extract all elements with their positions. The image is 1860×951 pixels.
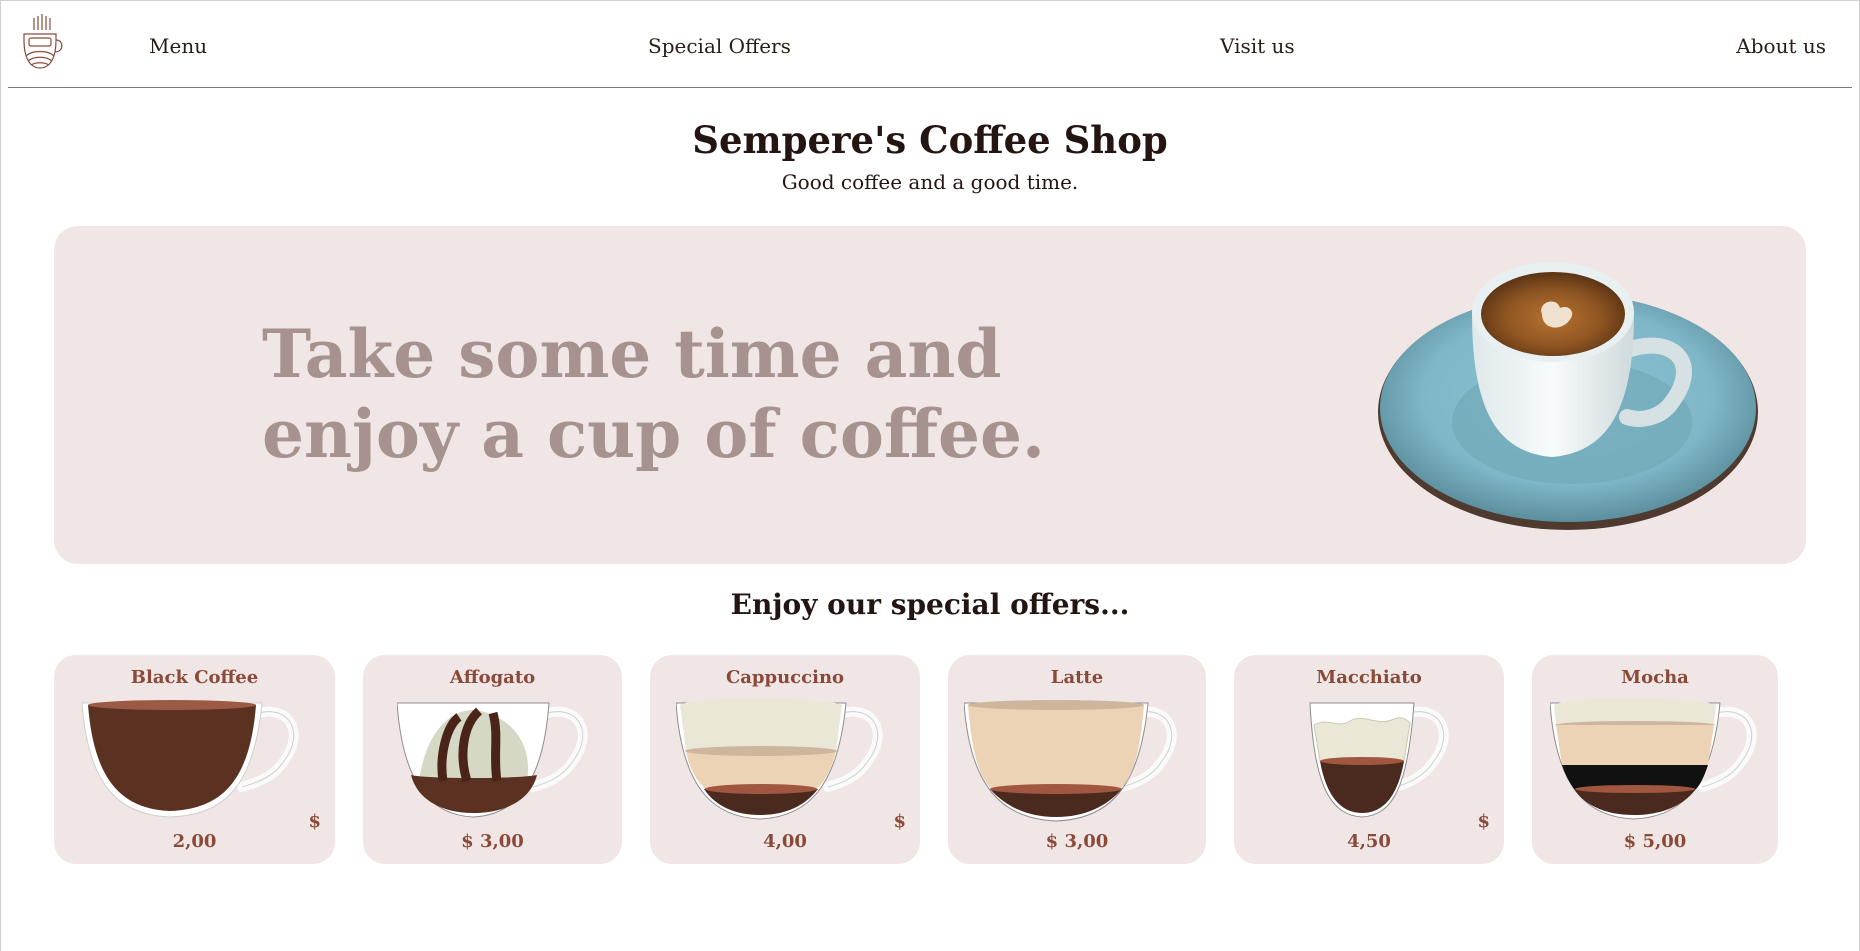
nav-link-visit-us[interactable]: Visit us bbox=[1220, 34, 1295, 58]
offer-price: 2,00 bbox=[172, 831, 217, 852]
offer-price: 4,00 bbox=[763, 831, 807, 852]
offers-title: Enjoy our special offers... bbox=[730, 588, 1130, 621]
nav-link-about-us[interactable]: About us bbox=[1736, 34, 1826, 58]
affogato-cup-icon bbox=[397, 702, 588, 818]
nav-link-special-offers[interactable]: Special Offers bbox=[648, 34, 791, 58]
cappuccino-cup-icon bbox=[676, 698, 883, 820]
offer-name: Cappuccino bbox=[725, 667, 845, 688]
offer-currency: $ bbox=[1477, 811, 1490, 832]
top-navigation: Menu Special Offers Visit us About us bbox=[8, 0, 1852, 88]
coffee-cup-on-saucer-image bbox=[1378, 262, 1758, 530]
latte-cup-icon bbox=[964, 700, 1177, 822]
offer-price: 4,50 bbox=[1347, 831, 1391, 852]
offer-card-cappuccino[interactable]: Cappuccino $ 4,00 bbox=[650, 655, 920, 864]
offer-name: Latte bbox=[1050, 667, 1104, 688]
offer-currency: $ bbox=[308, 811, 321, 832]
offer-card-affogato[interactable]: Affogato $ 3,00 bbox=[363, 655, 622, 864]
offer-price: $ 3,00 bbox=[1045, 831, 1109, 852]
hero-headline: Take some time and enjoy a cup of coffee… bbox=[262, 315, 1045, 473]
offer-card-latte[interactable]: Latte $ 3,00 bbox=[948, 655, 1206, 864]
offer-name: Mocha bbox=[1621, 667, 1689, 688]
offer-price: $ 5,00 bbox=[1623, 831, 1687, 852]
offer-card-black-coffee[interactable]: Black Coffee $ 2,00 bbox=[54, 655, 335, 864]
offer-currency: $ bbox=[893, 811, 906, 832]
offer-card-mocha[interactable]: Mocha $ 5,00 bbox=[1532, 655, 1778, 864]
site-tagline: Good coffee and a good time. bbox=[781, 170, 1079, 194]
site-title: Sempere's Coffee Shop bbox=[692, 118, 1168, 162]
coffee-cup-logo-icon[interactable] bbox=[20, 14, 64, 72]
hero-banner: Take some time and enjoy a cup of coffee… bbox=[54, 226, 1806, 564]
offer-card-macchiato[interactable]: Macchiato $ 4,50 bbox=[1234, 655, 1504, 864]
black-coffee-cup-icon bbox=[81, 700, 299, 818]
nav-link-menu[interactable]: Menu bbox=[149, 34, 207, 58]
offer-name: Macchiato bbox=[1316, 667, 1422, 688]
macchiato-cup-icon bbox=[1309, 702, 1449, 818]
offer-name: Affogato bbox=[449, 667, 536, 688]
offer-name: Black Coffee bbox=[130, 667, 259, 688]
offer-price: $ 3,00 bbox=[461, 831, 524, 852]
mocha-cup-icon bbox=[1550, 698, 1757, 820]
